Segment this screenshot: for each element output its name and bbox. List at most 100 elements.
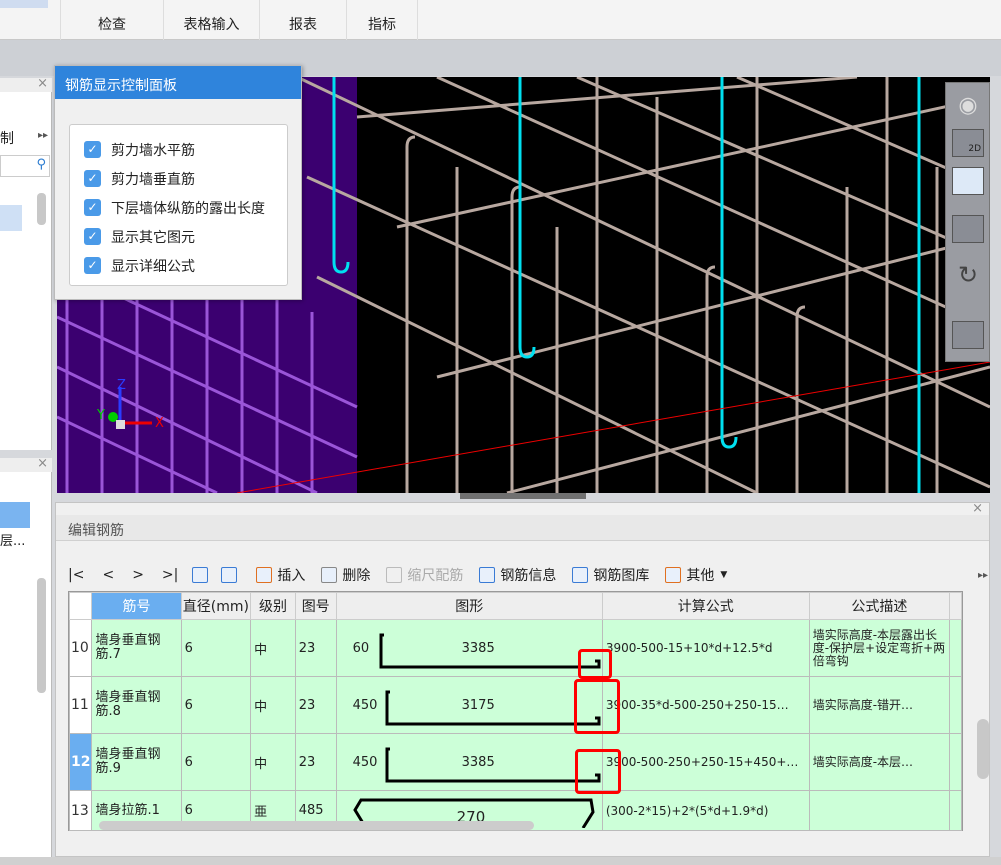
close-icon[interactable]: × xyxy=(972,501,983,516)
checkbox-checked-icon[interactable]: ✓ xyxy=(84,199,101,216)
column-header[interactable]: 计算公式 xyxy=(601,592,810,620)
horizontal-scrollbar[interactable] xyxy=(99,821,534,830)
rotate-icon[interactable]: ↻ xyxy=(952,261,984,289)
column-header[interactable]: 公式描述 xyxy=(808,592,951,620)
rebar-info-button[interactable]: 钢筋信息 xyxy=(479,565,556,585)
column-header[interactable]: 直径(mm) xyxy=(180,592,252,620)
highlight-box xyxy=(575,749,621,794)
column-header[interactable]: 图号 xyxy=(294,592,337,620)
scale-icon xyxy=(386,567,403,583)
option-wall-vertical-rebar[interactable]: ✓ 剪力墙垂直筋 xyxy=(84,164,273,193)
figure-number-cell[interactable]: 23 xyxy=(294,619,337,677)
close-icon[interactable]: × xyxy=(37,76,48,91)
rebar-name-cell[interactable]: 墙身垂直钢筋.7 xyxy=(91,619,182,677)
diameter-cell[interactable]: 6 xyxy=(180,619,252,677)
rebar-name-cell[interactable]: 墙身垂直钢筋.9 xyxy=(91,733,182,791)
first-button[interactable]: |< xyxy=(68,567,84,583)
formula-cell[interactable]: (300-2*15)+2*(5*d+1.9*d) xyxy=(601,790,810,831)
extra-cell[interactable] xyxy=(949,676,962,734)
grade-cell[interactable]: 中 xyxy=(250,619,296,677)
panel-label: 制 xyxy=(0,131,14,147)
column-header[interactable]: 图形 xyxy=(335,592,603,620)
shape-cell[interactable]: 450 3385 xyxy=(335,733,603,791)
option-wall-horizontal-rebar[interactable]: ✓ 剪力墙水平筋 xyxy=(84,135,273,164)
display-settings-icon[interactable] xyxy=(952,321,984,349)
figure-number-cell[interactable]: 23 xyxy=(294,733,337,791)
extra-cell[interactable] xyxy=(949,790,962,831)
move-down-button[interactable] xyxy=(221,567,242,583)
scrollbar[interactable] xyxy=(37,578,46,693)
move-up-button[interactable] xyxy=(192,567,213,583)
row-number[interactable]: 10 xyxy=(68,619,93,677)
scale-rebar-button[interactable]: 缩尺配筋 xyxy=(386,565,463,585)
table-row[interactable]: 11 墙身垂直钢筋.8 6 中 23 450 3175 3900-35*d-50… xyxy=(68,676,962,734)
tab-check[interactable]: 检查 xyxy=(60,0,163,40)
option-show-detailed-formula[interactable]: ✓ 显示详细公式 xyxy=(84,251,273,280)
2d-view-button[interactable]: 2D xyxy=(952,129,984,157)
table-row[interactable]: 12 墙身垂直钢筋.9 6 中 23 450 3385 3900-500-250… xyxy=(68,733,962,791)
option-show-other-elements[interactable]: ✓ 显示其它图元 xyxy=(84,222,273,251)
shape-length: 3385 xyxy=(461,754,495,770)
prev-button[interactable]: < xyxy=(102,567,114,583)
close-icon[interactable]: × xyxy=(37,456,48,471)
checkbox-checked-icon[interactable]: ✓ xyxy=(84,228,101,245)
selected-list-item[interactable] xyxy=(0,205,22,231)
rebar-library-button[interactable]: 钢筋图库 xyxy=(572,565,649,585)
left-panel-bottom: × 层... xyxy=(0,456,52,857)
splitter-handle[interactable] xyxy=(460,493,586,499)
row-number[interactable]: 13 xyxy=(68,790,93,831)
shape-cell[interactable]: 60 3385 xyxy=(335,619,603,677)
panel-title: 钢筋显示控制面板 xyxy=(55,66,301,99)
formula-cell[interactable]: 3900-35*d-500-250+250-15… xyxy=(601,676,810,734)
wireframe-cube-icon[interactable] xyxy=(952,167,984,195)
shape-cell[interactable]: 450 3175 xyxy=(335,676,603,734)
rebar-name-cell[interactable]: 墙身垂直钢筋.8 xyxy=(91,676,182,734)
diameter-cell[interactable]: 6 xyxy=(180,676,252,734)
extra-cell[interactable] xyxy=(949,619,962,677)
checkbox-checked-icon[interactable]: ✓ xyxy=(84,257,101,274)
column-header[interactable]: 级别 xyxy=(250,592,296,620)
rebar-display-control-panel: 钢筋显示控制面板 ✓ 剪力墙水平筋 ✓ 剪力墙垂直筋 ✓ 下层墙体纵筋的露出长度 ✓ 显… xyxy=(54,65,302,300)
checkbox-checked-icon[interactable]: ✓ xyxy=(84,170,101,187)
row-number[interactable]: 12 xyxy=(68,733,93,791)
formula-description-cell[interactable]: 墙实际高度-本层露出长度-保护层+设定弯折+两倍弯钩 xyxy=(808,619,951,677)
formula-cell[interactable]: 3900-500-15+10*d+12.5*d xyxy=(601,619,810,677)
row-number[interactable]: 11 xyxy=(68,676,93,734)
checkbox-checked-icon[interactable]: ✓ xyxy=(84,141,101,158)
expand-icon[interactable]: ▸▸ xyxy=(38,130,48,141)
scale-label: 缩尺配筋 xyxy=(407,568,464,584)
scrollbar[interactable] xyxy=(37,193,46,225)
chevron-down-icon: ▼ xyxy=(720,570,728,580)
delete-button[interactable]: 删除 xyxy=(321,565,370,585)
ribbon-selection xyxy=(0,0,48,8)
formula-description-cell[interactable]: 墙实际高度-错开… xyxy=(808,676,951,734)
other-dropdown[interactable]: 其他 ▼ xyxy=(665,565,727,585)
search-icon[interactable]: ⚲ xyxy=(36,157,46,172)
formula-description-cell[interactable]: 墙实际高度-本层… xyxy=(808,733,951,791)
next-button[interactable]: > xyxy=(132,567,144,583)
list-item[interactable]: 层... xyxy=(0,530,25,549)
solid-cube-icon[interactable] xyxy=(952,215,984,243)
last-button[interactable]: >| xyxy=(162,567,178,583)
tab-table-input[interactable]: 表格输入 xyxy=(163,0,259,40)
column-header[interactable]: 筋号 xyxy=(91,592,182,620)
vertical-scrollbar[interactable] xyxy=(977,719,989,779)
orbit-icon[interactable]: ◉ xyxy=(952,93,984,121)
tab-index[interactable]: 指标 xyxy=(346,0,418,40)
delete-label: 删除 xyxy=(342,568,371,584)
expand-icon[interactable]: ▸▸ xyxy=(978,570,988,581)
option-lower-wall-exposed-length[interactable]: ✓ 下层墙体纵筋的露出长度 xyxy=(84,193,273,222)
extra-cell[interactable] xyxy=(949,733,962,791)
table-row[interactable]: 10 墙身垂直钢筋.7 6 中 23 60 3385 3900-500-15+1… xyxy=(68,619,962,677)
formula-cell[interactable]: 3900-500-250+250-15+450+… xyxy=(601,733,810,791)
search-input[interactable]: ⚲ xyxy=(0,155,50,177)
formula-description-cell[interactable] xyxy=(808,790,951,831)
grade-cell[interactable]: 中 xyxy=(250,733,296,791)
grade-cell[interactable]: 中 xyxy=(250,676,296,734)
insert-button[interactable]: 插入 xyxy=(256,565,305,585)
tab-report[interactable]: 报表 xyxy=(259,0,346,40)
diameter-cell[interactable]: 6 xyxy=(180,733,252,791)
gear-document-icon xyxy=(665,567,682,583)
column-header-extra[interactable] xyxy=(949,592,962,620)
figure-number-cell[interactable]: 23 xyxy=(294,676,337,734)
